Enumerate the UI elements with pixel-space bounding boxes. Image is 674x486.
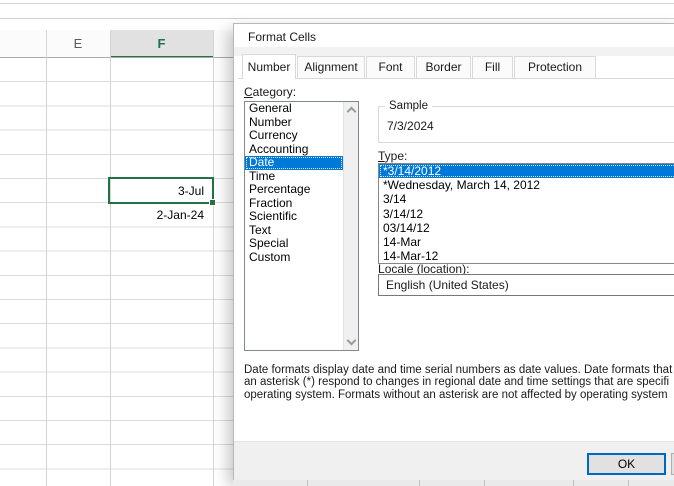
category-scrollbar[interactable] <box>343 102 358 350</box>
type-listbox[interactable]: *3/14/2012*Wednesday, March 14, 20123/14… <box>378 163 674 264</box>
category-item[interactable]: General <box>245 102 343 116</box>
grid-column-line <box>46 30 47 486</box>
description-line: an asterisk (*) respond to changes in re… <box>244 376 674 388</box>
category-item[interactable]: Date <box>245 156 343 170</box>
type-item[interactable]: 3/14 <box>379 192 674 206</box>
type-item[interactable]: 3/14/12 <box>379 207 674 221</box>
type-item[interactable]: *3/14/2012 <box>379 164 674 178</box>
dialog-title: Format Cells <box>248 30 316 44</box>
category-item[interactable]: Fraction <box>245 197 343 211</box>
category-item[interactable]: Number <box>245 116 343 130</box>
column-header-d[interactable]: D <box>0 30 46 58</box>
formula-bar-bottom-divider <box>0 18 674 19</box>
dialog-tab-strip: NumberAlignmentFontBorderFillProtection <box>242 54 662 79</box>
dialog-tab[interactable]: Protection <box>514 56 596 78</box>
format-cells-dialog: Format Cells NumberAlignmentFontBorderFi… <box>233 23 674 480</box>
category-item[interactable]: Scientific <box>245 210 343 224</box>
sample-group: Sample 7/3/2024 <box>378 106 674 143</box>
type-item[interactable]: *Wednesday, March 14, 2012 <box>379 178 674 192</box>
category-items: GeneralNumberCurrencyAccountingDateTimeP… <box>245 102 358 264</box>
type-label: Type: <box>378 149 407 163</box>
category-item[interactable]: Special <box>245 237 343 251</box>
category-item[interactable]: Text <box>245 224 343 238</box>
tab-page-border <box>238 78 674 79</box>
formula-bar-top-divider <box>0 3 674 4</box>
dialog-tab[interactable]: Alignment <box>297 56 365 78</box>
column-header-e[interactable]: E <box>46 30 110 58</box>
cell-f-date-value-2[interactable]: 2-Jan-24 <box>110 203 210 227</box>
format-description: Date formats display date and time seria… <box>244 364 674 401</box>
column-header-row: D E F <box>0 30 233 58</box>
dialog-tab[interactable]: Fill <box>472 56 513 78</box>
category-item[interactable]: Currency <box>245 129 343 143</box>
sample-group-label: Sample <box>385 100 432 112</box>
scroll-down-icon[interactable] <box>347 336 357 346</box>
dialog-tab[interactable]: Border <box>416 56 471 78</box>
dialog-tab[interactable]: Number <box>242 54 296 79</box>
category-label: Category: <box>244 85 296 99</box>
column-header-f-selected[interactable]: F <box>110 30 213 58</box>
type-item[interactable]: 14-Mar <box>379 235 674 249</box>
category-listbox[interactable]: GeneralNumberCurrencyAccountingDateTimeP… <box>244 101 359 351</box>
sample-value: 7/3/2024 <box>387 119 434 133</box>
description-line: Date formats display date and time seria… <box>244 364 674 376</box>
category-item[interactable]: Custom <box>245 251 343 265</box>
scroll-up-icon[interactable] <box>347 107 357 117</box>
category-item[interactable]: Time <box>245 170 343 184</box>
fill-handle[interactable] <box>209 199 216 206</box>
dialog-tab[interactable]: Font <box>366 56 415 78</box>
locale-combobox[interactable]: English (United States) <box>378 274 674 296</box>
active-cell-selection-border[interactable] <box>108 177 214 204</box>
grid-column-line <box>110 30 111 486</box>
excel-screen: { "spreadsheet": { "column_headers": ["D… <box>0 0 674 486</box>
type-item[interactable]: 03/14/12 <box>379 221 674 235</box>
description-line: operating system. Formats without an ast… <box>244 389 674 401</box>
category-item[interactable]: Percentage <box>245 183 343 197</box>
dialog-footer: OK <box>234 441 674 480</box>
ok-button[interactable]: OK <box>587 453 666 475</box>
grid-column-line <box>213 30 214 486</box>
worksheet-grid[interactable] <box>0 58 233 486</box>
category-item[interactable]: Accounting <box>245 143 343 157</box>
dialog-bottom-shadow-strip <box>233 480 674 486</box>
